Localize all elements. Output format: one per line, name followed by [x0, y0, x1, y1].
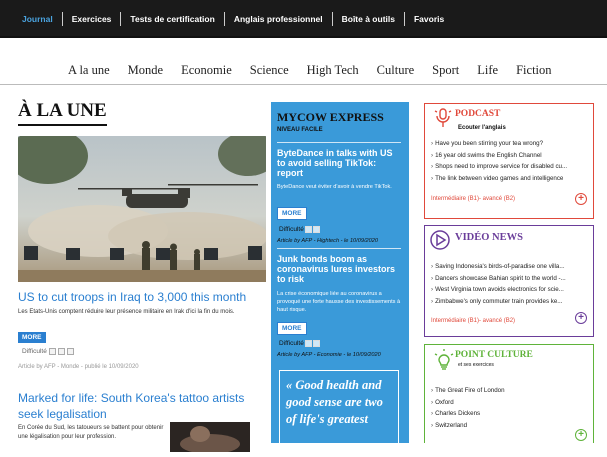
- podcast-list: Have you been stirring your tea wrong? 1…: [431, 138, 567, 184]
- list-item[interactable]: Saving Indonesia's birds-of-paradise one…: [431, 261, 566, 273]
- difficulty-label: Difficulté: [279, 226, 304, 233]
- nav-tests-certification[interactable]: Tests de certification: [130, 14, 214, 24]
- article-meta: Article by AFP - Monde - publié le 10/09…: [18, 364, 139, 370]
- lightbulb-icon: [433, 348, 455, 377]
- category-monde[interactable]: Monde: [128, 55, 163, 85]
- difficulty-box: [304, 226, 312, 233]
- microphone-icon: [433, 107, 453, 134]
- list-item[interactable]: West Virginia town avoids electronics fo…: [431, 284, 566, 296]
- list-item[interactable]: Shops need to improve service for disabl…: [431, 161, 567, 173]
- nav-anglais-professionnel[interactable]: Anglais professionnel: [234, 14, 323, 24]
- express-article-title[interactable]: ByteDance in talks with US to avoid sell…: [277, 148, 403, 178]
- difficulty-box: [312, 340, 320, 347]
- difficulty-indicator: Difficulté: [279, 226, 320, 233]
- category-economie[interactable]: Economie: [181, 55, 232, 85]
- category-high-tech[interactable]: High Tech: [307, 55, 359, 85]
- mycow-express-panel: MYCOW EXPRESS NIVEAU FACILE ByteDance in…: [271, 102, 409, 443]
- list-item[interactable]: Charles Dickens: [431, 408, 505, 420]
- card-title: PODCAST: [455, 109, 501, 119]
- category-fiction[interactable]: Fiction: [516, 55, 551, 85]
- category-science[interactable]: Science: [250, 55, 289, 85]
- more-button[interactable]: MORE: [277, 207, 307, 220]
- list-item[interactable]: The link between video games and intelli…: [431, 173, 567, 185]
- top-navigation-bar: Journal Exercices Tests de certification…: [0, 0, 607, 38]
- list-item[interactable]: Oxford: [431, 397, 505, 409]
- difficulty-box: [48, 348, 56, 355]
- point-culture-card: POINT CULTURE et ses exercices The Great…: [424, 344, 594, 443]
- video-list: Saving Indonesia's birds-of-paradise one…: [431, 261, 566, 307]
- express-level: NIVEAU FACILE: [277, 127, 323, 133]
- card-subtitle: Ecouter l'anglais: [458, 125, 506, 131]
- podcast-card: PODCAST Ecouter l'anglais Have you been …: [424, 103, 594, 219]
- express-article-meta: Article by AFP - Hightech - le 10/09/202…: [277, 238, 378, 244]
- category-life[interactable]: Life: [477, 55, 498, 85]
- hero-image[interactable]: [18, 136, 266, 282]
- list-item[interactable]: Dancers showcase Bahian spirit to the wo…: [431, 273, 566, 285]
- nav-favoris[interactable]: Favoris: [414, 14, 444, 24]
- article-title-link[interactable]: Marked for life: South Korea's tattoo ar…: [18, 390, 266, 422]
- card-title: POINT CULTURE: [455, 350, 533, 360]
- list-item[interactable]: Zimbabwe's only commuter train provides …: [431, 296, 566, 308]
- plus-icon[interactable]: +: [575, 312, 587, 324]
- difficulty-label: Difficulté: [22, 348, 47, 355]
- plus-icon[interactable]: +: [575, 193, 587, 205]
- category-navigation: A la une Monde Economie Science High Tec…: [0, 55, 607, 85]
- list-item[interactable]: Switzerland: [431, 420, 505, 432]
- nav-exercices[interactable]: Exercices: [72, 14, 112, 24]
- category-a-la-une[interactable]: A la une: [68, 55, 110, 85]
- quote-box: « Good health and good sense are two of …: [279, 370, 399, 443]
- plus-icon[interactable]: +: [575, 429, 587, 441]
- section-title: À LA UNE: [18, 100, 107, 126]
- card-level: Intermédiaire (B1)- avancé (B2): [431, 196, 516, 202]
- express-article-summary: ByteDance veut éviter d'avoir à vendre T…: [277, 184, 392, 190]
- difficulty-box: [66, 348, 74, 355]
- difficulty-box: [312, 226, 320, 233]
- divider: [277, 248, 401, 249]
- difficulty-box: [304, 340, 312, 347]
- card-title: VIDÉO NEWS: [455, 232, 523, 243]
- list-item[interactable]: 16 year old swims the English Channel: [431, 150, 567, 162]
- play-icon: [429, 229, 451, 256]
- article-title-link[interactable]: US to cut troops in Iraq to 3,000 this m…: [18, 290, 246, 304]
- express-title: MYCOW EXPRESS: [277, 110, 384, 124]
- nav-boite-a-outils[interactable]: Boîte à outils: [342, 14, 395, 24]
- article-summary: Les Etats-Unis comptent réduire leur pré…: [18, 309, 235, 315]
- a-la-une-section: À LA UNE US to cut troops in Iraq to 3,0…: [18, 100, 266, 454]
- card-subtitle: et ses exercices: [458, 362, 494, 368]
- more-button[interactable]: MORE: [277, 322, 307, 335]
- category-sport[interactable]: Sport: [432, 55, 459, 85]
- express-article-title[interactable]: Junk bonds boom as coronavirus lures inv…: [277, 254, 403, 284]
- difficulty-indicator: Difficulté: [22, 348, 74, 355]
- article-summary: En Corée du Sud, les tatoueurs se batten…: [18, 425, 164, 440]
- list-item[interactable]: Have you been stirring your tea wrong?: [431, 138, 567, 150]
- difficulty-label: Difficulté: [279, 340, 304, 347]
- difficulty-indicator: Difficulté: [279, 340, 320, 347]
- express-article-meta: Article by AFP - Economie - le 10/09/202…: [277, 352, 381, 358]
- list-item[interactable]: The Great Fire of London: [431, 385, 504, 397]
- video-news-card: VIDÉO NEWS Saving Indonesia's birds-of-p…: [424, 225, 594, 337]
- express-article-summary: La crise économique liée au coronavirus …: [277, 291, 401, 313]
- card-level: Intermédiaire (B1)- avancé (B2): [431, 318, 516, 324]
- more-button[interactable]: MORE: [18, 332, 46, 343]
- category-culture[interactable]: Culture: [377, 55, 415, 85]
- article-thumbnail[interactable]: [170, 422, 250, 454]
- difficulty-box: [57, 348, 65, 355]
- divider: [277, 142, 401, 143]
- culture-list: The Great Fire of London Oxford Charles …: [431, 385, 505, 432]
- nav-journal[interactable]: Journal: [22, 14, 53, 24]
